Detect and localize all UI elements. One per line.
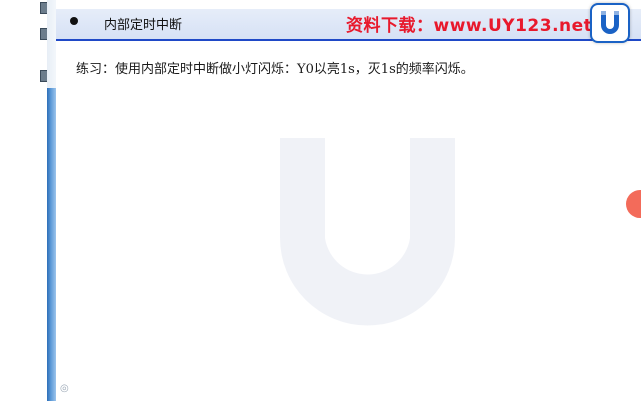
exercise-text: 练习：使用内部定时中断做小灯闪烁：Y0以亮1s，灭1s的频率闪烁。 bbox=[76, 62, 474, 77]
window-left-frame bbox=[0, 0, 48, 401]
uy-magnet-watermark-icon bbox=[260, 128, 475, 328]
slide-edge-strip bbox=[47, 88, 56, 401]
laser-pointer-dot-icon bbox=[626, 190, 641, 218]
slide-nav-icon[interactable]: ◎ bbox=[60, 383, 69, 394]
window-frame-bar bbox=[0, 0, 41, 401]
slide-edge-top bbox=[47, 0, 56, 88]
uy-magnet-logo-icon bbox=[590, 3, 630, 43]
download-banner: 资料下载：www.UY123.net bbox=[346, 16, 593, 36]
bullet-dot-icon bbox=[70, 17, 78, 25]
slide-title: 内部定时中断 bbox=[104, 18, 183, 33]
slide-viewer: 内部定时中断 资料下载：www.UY123.net 练习：使用内部定时中断做小灯… bbox=[0, 0, 641, 401]
slide-header: 内部定时中断 资料下载：www.UY123.net bbox=[56, 9, 641, 41]
